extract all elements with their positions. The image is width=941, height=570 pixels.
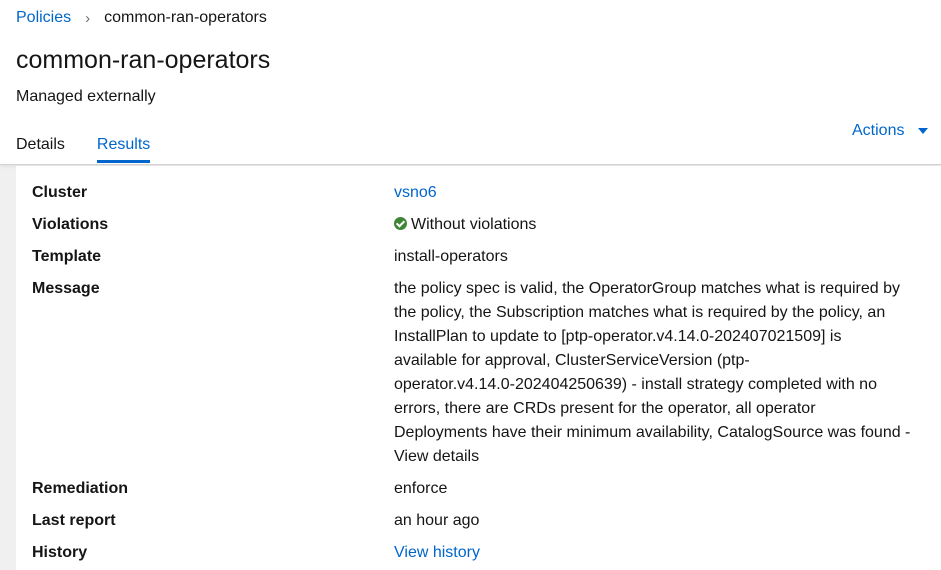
cluster-link[interactable]: vsno6: [394, 184, 437, 201]
last-report-label: Last report: [32, 512, 116, 529]
page-title: common-ran-operators: [16, 46, 271, 74]
cluster-value-wrap: vsno6: [394, 181, 919, 205]
history-label: History: [32, 544, 88, 561]
breadcrumb-policies-link[interactable]: Policies: [16, 9, 71, 27]
message-value: the policy spec is valid, the OperatorGr…: [394, 277, 919, 469]
message-line: the policy spec is valid, the OperatorGr…: [394, 280, 901, 297]
results-panel: Cluster vsno6 Violations Without violati…: [16, 166, 941, 570]
page-header: Policies › common-ran-operators common-r…: [0, 0, 941, 165]
caret-down-icon: [918, 128, 929, 134]
remediation-value: enforce: [394, 480, 448, 497]
breadcrumb: Policies › common-ran-operators: [16, 9, 267, 27]
message-line: Deployments have their minimum availabil…: [394, 424, 911, 441]
tab-details[interactable]: Details: [16, 136, 65, 163]
template-value: install-operators: [394, 248, 508, 265]
message-line: errors, there are CRDs present for the o…: [394, 400, 816, 417]
violations-label: Violations: [32, 216, 109, 233]
template-label: Template: [32, 248, 102, 265]
breadcrumb-current: common-ran-operators: [104, 9, 267, 26]
remediation-label: Remediation: [32, 480, 129, 497]
check-circle-icon: [394, 217, 407, 230]
violations-value-wrap: Without violations: [394, 213, 919, 237]
message-line: available for approval, ClusterServiceVe…: [394, 352, 750, 369]
actions-label: Actions: [852, 122, 905, 139]
violations-value: Without violations: [411, 216, 537, 233]
view-details-link[interactable]: View details: [394, 445, 919, 469]
last-report-value: an hour ago: [394, 512, 480, 529]
history-value-wrap: View history: [394, 541, 919, 565]
tabs: Details Results: [16, 136, 182, 163]
actions-dropdown[interactable]: Actions: [852, 122, 929, 140]
page-subtitle: Managed externally: [16, 88, 156, 105]
message-line: InstallPlan to update to [ptp-operator.v…: [394, 328, 842, 345]
cluster-label: Cluster: [32, 184, 88, 201]
chevron-right-icon: ›: [85, 9, 91, 27]
message-line: the policy, the Subscription matches wha…: [394, 304, 886, 321]
message-line: operator.v4.14.0-202404250639) - install…: [394, 376, 877, 393]
tab-results[interactable]: Results: [96, 136, 151, 163]
message-label: Message: [32, 280, 100, 297]
view-history-link[interactable]: View history: [394, 544, 480, 561]
